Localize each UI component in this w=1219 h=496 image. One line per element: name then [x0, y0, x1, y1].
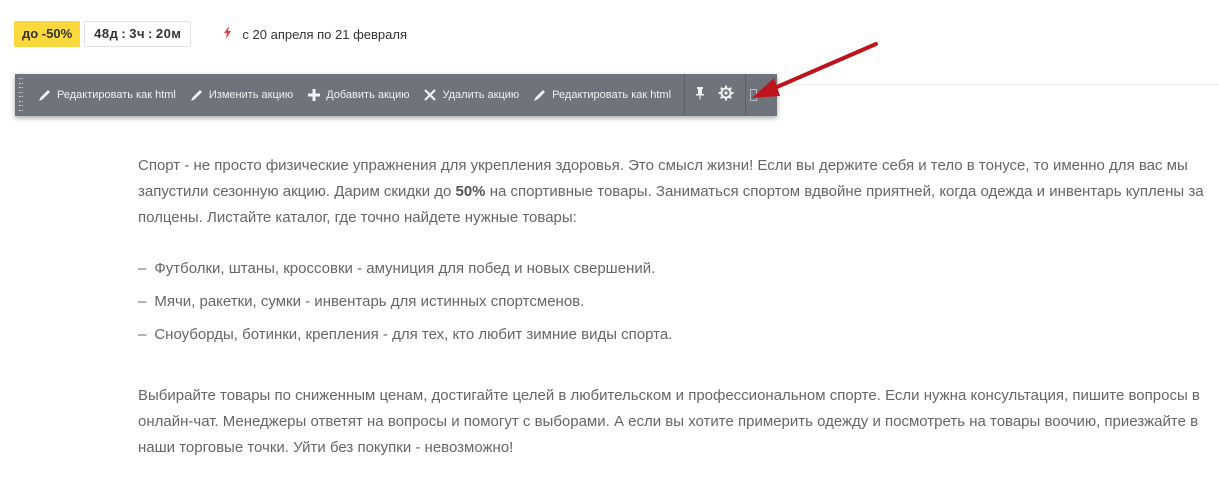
list-item: – Мячи, ракетки, сумки - инвентарь для ис…: [138, 289, 672, 322]
delete-promo-button[interactable]: Удалить акцию: [416, 74, 526, 116]
promo-period: с 20 апреля по 21 февраля: [223, 26, 407, 42]
list-dash: –: [138, 260, 147, 277]
divider: [778, 84, 1219, 85]
article-intro: Спорт - не просто физические упражнения …: [138, 153, 1213, 231]
timer-days: 48д: [94, 26, 119, 41]
intro-highlight: 50%: [455, 183, 486, 200]
lightning-icon: [223, 26, 232, 42]
add-promo-label: Добавить акцию: [326, 89, 410, 101]
pencil-icon: [38, 88, 52, 102]
pencil-icon: [533, 88, 547, 102]
timer-separator: :: [148, 26, 153, 41]
countdown-timer: 48д:3ч:20м: [84, 21, 192, 47]
list-dash: –: [138, 293, 147, 310]
product-list: – Футболки, штаны, кроссовки - амуниция д…: [138, 256, 672, 355]
settings-button[interactable]: [713, 74, 739, 116]
edit-promo-button[interactable]: Изменить акцию: [183, 74, 300, 116]
edit-as-html-button[interactable]: Редактировать как html: [31, 74, 183, 116]
timer-separator: :: [121, 26, 127, 41]
delete-promo-label: Удалить акцию: [442, 89, 520, 101]
timer-minutes: 20м: [155, 26, 182, 41]
pin-button[interactable]: [687, 74, 713, 116]
pencil-icon: [190, 88, 204, 102]
close-icon: [423, 88, 437, 102]
admin-toolbar: Редактировать как html Изменить акцию До…: [15, 74, 777, 116]
promo-header: до -50% 48д:3ч:20м с 20 апреля по 21 фев…: [14, 21, 407, 47]
edit-promo-label: Изменить акцию: [208, 89, 294, 101]
resize-handle[interactable]: [750, 89, 758, 101]
edit-as-html-button-2[interactable]: Редактировать как html: [526, 74, 678, 116]
promo-period-text: с 20 апреля по 21 февраля: [242, 26, 408, 42]
list-dash: –: [138, 326, 147, 343]
discount-badge: до -50%: [14, 21, 81, 47]
list-item-text: Сноуборды, ботинки, крепления - для тех,…: [154, 326, 673, 343]
article-outro: Выбирайте товары по сниженным ценам, дос…: [138, 383, 1213, 461]
intro-paragraph: Спорт - не просто физические упражнения …: [138, 153, 1213, 231]
gear-icon: [718, 85, 734, 106]
outro-paragraph: Выбирайте товары по сниженным ценам, дос…: [138, 387, 1200, 456]
pin-icon: [695, 86, 705, 105]
timer-hours: 3ч: [129, 26, 145, 41]
add-promo-button[interactable]: Добавить акцию: [300, 74, 416, 116]
list-item-text: Мячи, ракетки, сумки - инвентарь для ист…: [154, 293, 585, 310]
list-item: – Сноуборды, ботинки, крепления - для тех…: [138, 322, 672, 355]
toolbar-separator: [684, 74, 686, 116]
edit-as-html-label-2: Редактировать как html: [552, 89, 672, 101]
list-item-text: Футболки, штаны, кроссовки - амуниция дл…: [154, 260, 656, 277]
toolbar-separator: [745, 74, 747, 116]
edit-as-html-label: Редактировать как html: [57, 89, 176, 101]
drag-handle[interactable]: [19, 78, 25, 112]
list-item: – Футболки, штаны, кроссовки - амуниция д…: [138, 256, 672, 289]
plus-icon: [307, 88, 321, 102]
